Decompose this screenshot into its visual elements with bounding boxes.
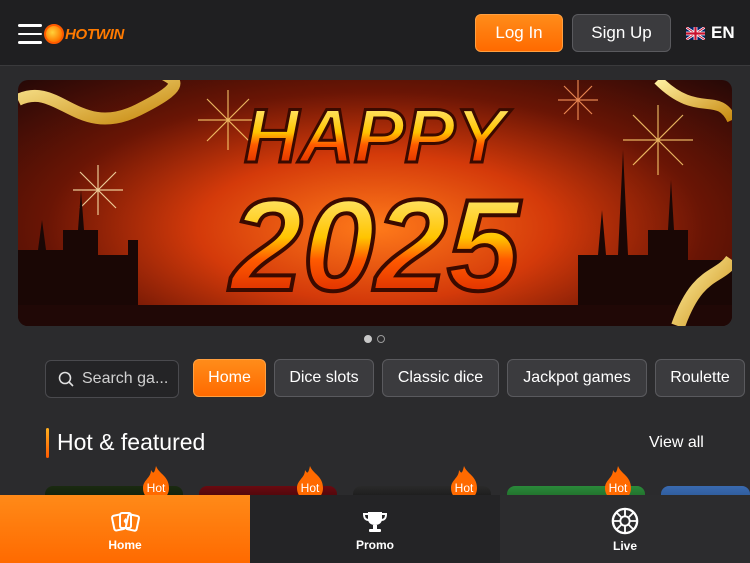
logo[interactable]: HOTWIN [44, 22, 124, 46]
search-input[interactable] [82, 370, 178, 388]
banner-headline: HAPPY [244, 94, 512, 179]
flame-logo-icon [44, 24, 64, 44]
carousel-dot-2[interactable] [377, 335, 385, 343]
language-selector[interactable]: EN [686, 22, 735, 44]
carousel-dots [364, 335, 385, 343]
section-accent-bar [46, 428, 49, 458]
uk-flag-icon [686, 26, 705, 40]
section-title: Hot & featured [57, 429, 206, 455]
menu-icon[interactable] [18, 24, 42, 44]
hot-badge-label: Hot [146, 481, 166, 495]
category-dice-slots[interactable]: Dice slots [274, 359, 374, 397]
nav-live[interactable]: Live [500, 495, 750, 563]
language-label: EN [711, 23, 735, 42]
hot-badge-label: Hot [454, 481, 474, 495]
nav-promo-label: Promo [355, 538, 394, 552]
top-header: HOTWIN Log In Sign Up EN [0, 0, 750, 66]
signup-button[interactable]: Sign Up [572, 14, 671, 52]
cards-icon [111, 512, 140, 532]
logo-text: HOTWIN [65, 25, 125, 43]
view-all-link[interactable]: View all [649, 434, 704, 452]
category-roulette[interactable]: Roulette [655, 359, 745, 397]
promo-banner[interactable]: HAPPY 2025 [18, 80, 732, 326]
hot-badge-label: Hot [300, 481, 320, 495]
bottom-navigation: Home Promo Live [0, 495, 750, 563]
trophy-icon [362, 512, 388, 532]
carousel-dot-1[interactable] [364, 335, 372, 343]
login-button[interactable]: Log In [475, 14, 563, 52]
category-home[interactable]: Home [193, 359, 266, 397]
banner-year: 2025 [227, 172, 521, 318]
category-jackpot-games[interactable]: Jackpot games [507, 359, 647, 397]
category-classic-dice[interactable]: Classic dice [382, 359, 499, 397]
banner-artwork: HAPPY 2025 [18, 80, 732, 326]
roulette-wheel-icon [611, 507, 639, 535]
page: HOTWIN Log In Sign Up EN HAPPY 2025 Sear… [0, 0, 750, 563]
nav-promo[interactable]: Promo [250, 495, 500, 563]
nav-home[interactable]: Home [0, 495, 250, 563]
nav-home-label: Home [108, 538, 142, 552]
hot-badge-label: Hot [608, 481, 628, 495]
search-box[interactable] [45, 360, 179, 398]
nav-live-label: Live [612, 539, 637, 553]
search-icon [58, 371, 74, 387]
